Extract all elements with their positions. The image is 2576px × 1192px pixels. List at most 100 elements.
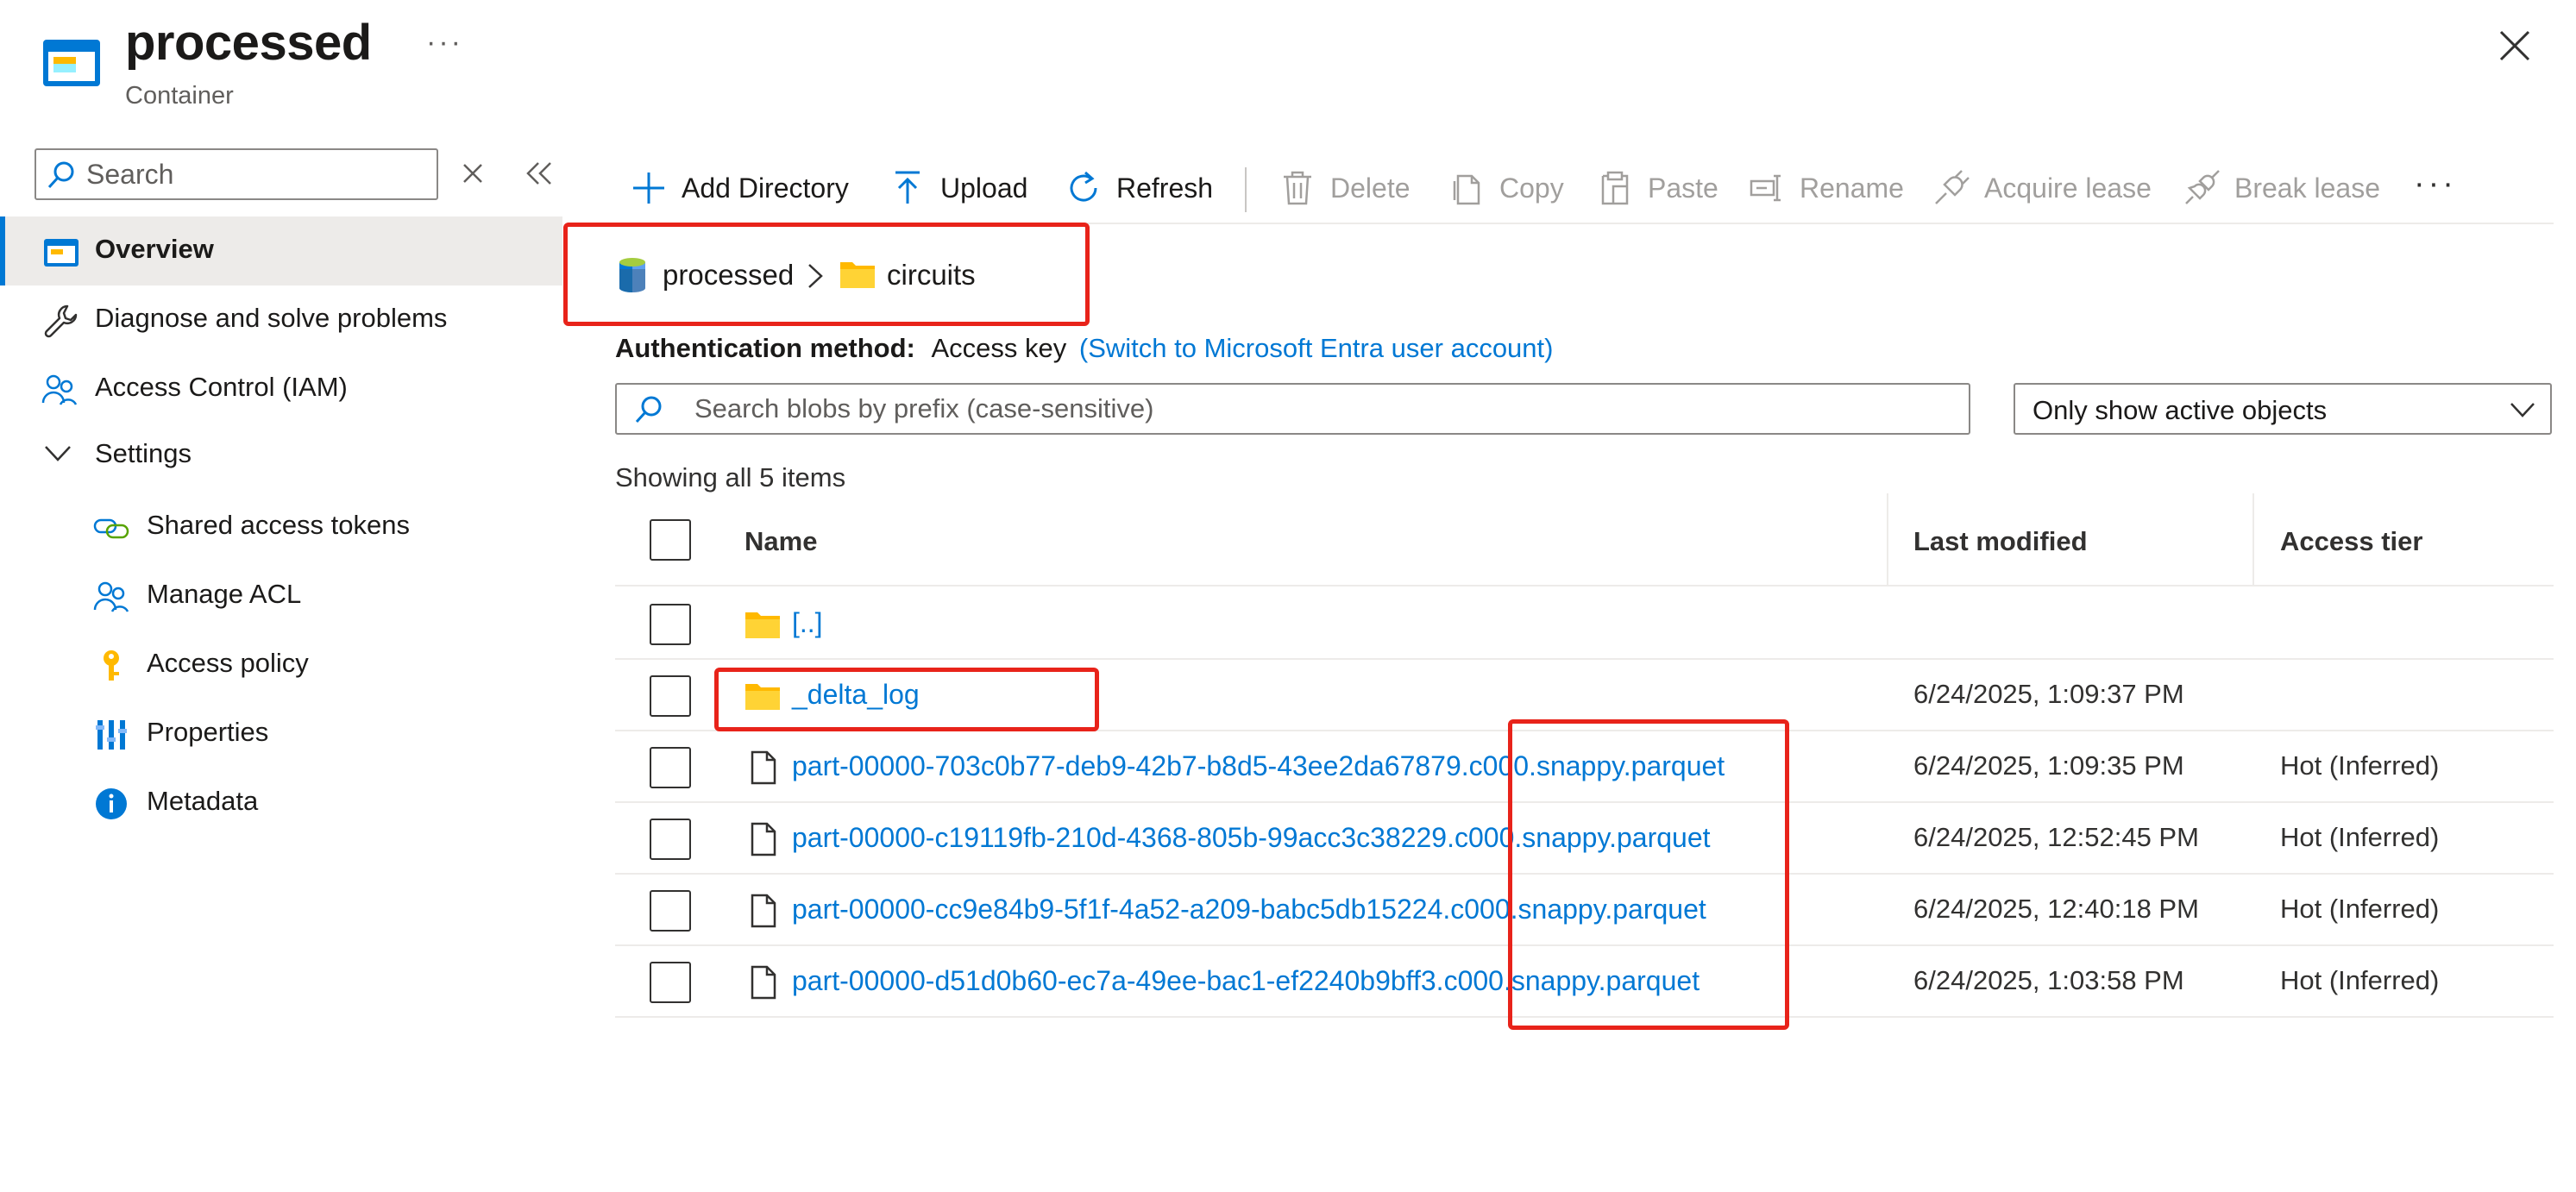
container-icon xyxy=(44,239,79,267)
select-all-checkbox[interactable] xyxy=(650,519,691,561)
sidebar-item-metadata[interactable]: Metadata xyxy=(0,769,562,838)
row-access-tier: Hot (Inferred) xyxy=(2280,750,2440,781)
table-row[interactable]: part-00000-c19119fb-210d-4368-805b-99acc… xyxy=(615,803,2554,875)
row-checkbox[interactable] xyxy=(650,962,691,1003)
sidebar-item-overview[interactable]: Overview xyxy=(0,216,562,285)
item-count: Showing all 5 items xyxy=(615,462,846,492)
row-name-link[interactable]: part-00000-cc9e84b9-5f1f-4a52-a209-babc5… xyxy=(792,894,1706,925)
switch-auth-link[interactable]: (Switch to Microsoft Entra user account) xyxy=(1079,333,1554,363)
file-icon xyxy=(751,750,776,785)
table-row[interactable]: [..] xyxy=(615,588,2554,660)
sidebar-group-settings[interactable]: Settings xyxy=(0,421,562,490)
file-icon xyxy=(751,894,776,928)
sidebar-item-label: Access policy xyxy=(147,648,309,678)
column-header-name[interactable]: Name xyxy=(745,526,817,557)
collapse-menu-icon[interactable] xyxy=(525,160,554,186)
copy-button[interactable]: Copy xyxy=(1448,164,1564,212)
sidebar-item-iam[interactable]: Access Control (IAM) xyxy=(0,354,562,423)
refresh-button[interactable]: Refresh xyxy=(1065,164,1213,212)
add-directory-button[interactable]: Add Directory xyxy=(630,164,849,212)
people-icon xyxy=(41,374,78,405)
copy-icon xyxy=(1453,174,1480,205)
auth-method-line: Authentication method: Access key (Switc… xyxy=(615,333,1553,364)
active-objects-dropdown[interactable]: Only show active objects xyxy=(2014,383,2552,435)
acquire-lease-button[interactable]: Acquire lease xyxy=(1932,164,2152,212)
more-options-button[interactable]: ··· xyxy=(426,26,463,60)
break-lease-button[interactable]: Break lease xyxy=(2183,164,2380,212)
row-last-modified: 6/24/2025, 1:09:35 PM xyxy=(1913,750,2184,781)
sidebar-item-label: Manage ACL xyxy=(147,579,302,609)
row-last-modified: 6/24/2025, 12:52:45 PM xyxy=(1913,822,2199,852)
dropdown-value: Only show active objects xyxy=(2033,395,2328,425)
row-last-modified: 6/24/2025, 1:09:37 PM xyxy=(1913,679,2184,709)
row-checkbox[interactable] xyxy=(650,604,691,645)
properties-icon xyxy=(96,720,127,750)
row-access-tier: Hot (Inferred) xyxy=(2280,965,2440,995)
refresh-icon xyxy=(1070,171,1097,202)
plug-icon xyxy=(1935,170,1970,204)
sidebar-item-label: Shared access tokens xyxy=(147,510,411,540)
sidebar-item-access-policy[interactable]: Access policy xyxy=(0,631,562,700)
search-icon xyxy=(635,396,662,423)
blob-search-box[interactable] xyxy=(615,383,1970,435)
sidebar-item-label: Diagnose and solve problems xyxy=(95,303,448,333)
file-icon xyxy=(751,965,776,1000)
nav-search-input[interactable] xyxy=(86,155,423,193)
info-icon xyxy=(96,788,127,819)
row-name-link[interactable]: part-00000-c19119fb-210d-4368-805b-99acc… xyxy=(792,822,1711,854)
row-checkbox[interactable] xyxy=(650,675,691,717)
column-header-access-tier[interactable]: Access tier xyxy=(2280,526,2422,557)
container-icon xyxy=(43,40,100,86)
table-header: Name Last modified Access tier xyxy=(615,493,2554,587)
auth-value: Access key xyxy=(931,333,1067,363)
blob-search-input[interactable] xyxy=(694,390,1954,428)
paste-icon xyxy=(1601,171,1629,205)
table-row[interactable]: part-00000-703c0b77-deb9-42b7-b8d5-43ee2… xyxy=(615,731,2554,803)
folder-icon xyxy=(745,612,780,638)
auth-label: Authentication method: xyxy=(615,333,915,363)
trash-icon xyxy=(1284,171,1311,205)
upload-button[interactable]: Upload xyxy=(889,164,1027,212)
delete-button[interactable]: Delete xyxy=(1279,164,1411,212)
rename-icon xyxy=(1750,174,1781,202)
row-last-modified: 6/24/2025, 12:40:18 PM xyxy=(1913,894,2199,924)
page-title: processed xyxy=(125,15,372,71)
table-row[interactable]: _delta_log 6/24/2025, 1:09:37 PM xyxy=(615,660,2554,731)
toolbar-more-button[interactable]: ··· xyxy=(2414,166,2457,203)
nav-search-box[interactable] xyxy=(35,148,438,200)
sidebar-item-label: Overview xyxy=(95,234,214,264)
row-access-tier: Hot (Inferred) xyxy=(2280,822,2440,852)
sidebar-item-manage-acl[interactable]: Manage ACL xyxy=(0,561,562,631)
table-row[interactable]: part-00000-d51d0b60-ec7a-49ee-bac1-ef224… xyxy=(615,946,2554,1018)
sidebar-item-properties[interactable]: Properties xyxy=(0,700,562,769)
row-name-link[interactable]: [..] xyxy=(792,607,823,639)
plus-icon xyxy=(633,173,664,204)
folder-icon xyxy=(745,684,780,710)
toolbar-divider xyxy=(1245,167,1247,212)
link-icon xyxy=(93,518,129,539)
row-checkbox[interactable] xyxy=(650,890,691,932)
column-divider[interactable] xyxy=(1887,493,1888,587)
chevron-down-icon xyxy=(2510,403,2535,417)
row-name-link[interactable]: part-00000-d51d0b60-ec7a-49ee-bac1-ef224… xyxy=(792,965,1700,997)
column-header-last-modified[interactable]: Last modified xyxy=(1913,526,2088,557)
row-name-link[interactable]: _delta_log xyxy=(792,679,920,711)
paste-button[interactable]: Paste xyxy=(1596,164,1718,212)
close-icon[interactable] xyxy=(2498,29,2531,62)
sidebar-item-shared-access-tokens[interactable]: Shared access tokens xyxy=(0,492,562,561)
sidebar-item-label: Access Control (IAM) xyxy=(95,372,348,402)
row-checkbox[interactable] xyxy=(650,819,691,860)
table-row[interactable]: part-00000-cc9e84b9-5f1f-4a52-a209-babc5… xyxy=(615,875,2554,946)
column-divider[interactable] xyxy=(2252,493,2254,587)
rename-button[interactable]: Rename xyxy=(1748,164,1904,212)
file-icon xyxy=(751,822,776,856)
row-access-tier: Hot (Inferred) xyxy=(2280,894,2440,924)
sidebar-item-label: Settings xyxy=(95,438,192,468)
sidebar-item-diagnose[interactable]: Diagnose and solve problems xyxy=(0,285,562,354)
row-name-link[interactable]: part-00000-703c0b77-deb9-42b7-b8d5-43ee2… xyxy=(792,750,1725,782)
annotation-box-breadcrumb xyxy=(563,223,1090,326)
clear-search-icon[interactable] xyxy=(462,162,484,185)
row-checkbox[interactable] xyxy=(650,747,691,788)
row-last-modified: 6/24/2025, 1:03:58 PM xyxy=(1913,965,2184,995)
key-icon xyxy=(104,650,119,681)
